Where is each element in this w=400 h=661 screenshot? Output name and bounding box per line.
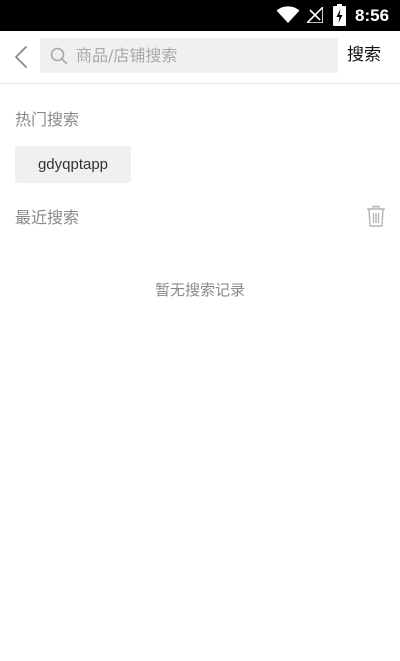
empty-history-message: 暂无搜索记录 bbox=[154, 281, 245, 299]
back-arrow-icon bbox=[15, 46, 27, 68]
search-box[interactable] bbox=[40, 38, 338, 73]
search-header: 搜索 bbox=[0, 31, 400, 84]
wifi-icon bbox=[276, 6, 300, 23]
status-time: 8:56 bbox=[355, 6, 390, 25]
search-input[interactable] bbox=[74, 39, 328, 72]
battery-icon bbox=[333, 4, 346, 26]
search-screen: 8:56 搜索 热门搜索 gdyqptapp 最近搜索 bbox=[0, 0, 400, 661]
hot-search-title: 热门搜索 bbox=[15, 110, 80, 129]
back-button[interactable] bbox=[8, 43, 34, 71]
search-icon bbox=[50, 47, 68, 65]
status-bar: 8:56 bbox=[0, 0, 400, 31]
hot-search-tag[interactable]: gdyqptapp bbox=[15, 146, 131, 183]
search-submit-button[interactable]: 搜索 bbox=[347, 44, 381, 66]
signal-icon bbox=[307, 7, 323, 23]
recent-search-title: 最近搜索 bbox=[15, 208, 80, 227]
trash-icon[interactable] bbox=[366, 205, 386, 227]
